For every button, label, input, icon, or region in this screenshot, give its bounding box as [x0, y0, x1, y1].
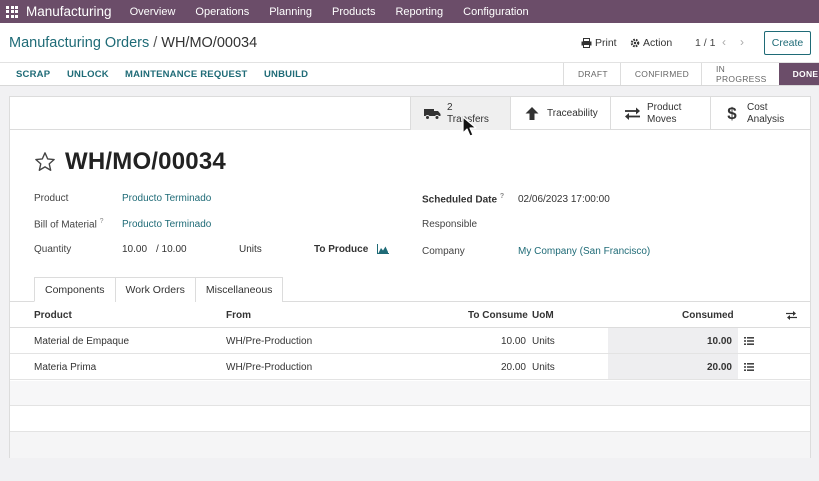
table-row[interactable]: Materia Prima WH/Pre-Production 20.00 Un…: [10, 354, 810, 380]
table-row[interactable]: Material de Empaque WH/Pre-Production 10…: [10, 328, 810, 354]
cost-analysis-button[interactable]: $ Cost Analysis: [710, 97, 810, 130]
col-uom[interactable]: UoM: [532, 310, 554, 321]
row-uom: Units: [532, 362, 555, 373]
arrow-up-icon: [523, 107, 541, 120]
traceability-button[interactable]: Traceability: [510, 97, 610, 130]
breadcrumb-current: WH/MO/00034: [161, 35, 258, 51]
table-header: Product From To Consume UoM Consumed: [10, 302, 810, 328]
nav-operations[interactable]: Operations: [195, 6, 249, 18]
print-button[interactable]: Print: [581, 37, 617, 49]
tab-work-orders[interactable]: Work Orders: [114, 277, 196, 302]
nav-configuration[interactable]: Configuration: [463, 6, 528, 18]
action-label: Action: [643, 37, 673, 49]
responsible-label: Responsible: [422, 219, 478, 230]
row-uom: Units: [532, 336, 555, 347]
exchange-icon: [623, 107, 641, 120]
unbuild-button[interactable]: UNBUILD: [264, 69, 308, 80]
quantity-uom: Units: [239, 244, 262, 255]
pager-next-icon[interactable]: ›: [740, 35, 744, 49]
dollar-icon: $: [727, 103, 737, 123]
stage-draft[interactable]: DRAFT: [563, 63, 620, 85]
row-product: Material de Empaque: [34, 336, 130, 347]
col-to-consume[interactable]: To Consume: [468, 310, 528, 321]
bom-help-icon: ?: [99, 218, 104, 225]
col-consumed[interactable]: Consumed: [682, 310, 734, 321]
create-button[interactable]: Create: [764, 31, 811, 55]
quantity-total: / 10.00: [156, 244, 187, 255]
title-row: WH/MO/00034: [34, 148, 226, 176]
cost-analysis-line2: Analysis: [747, 113, 785, 125]
stage-done[interactable]: DONE: [778, 63, 819, 85]
pager-value[interactable]: 1 / 1: [695, 37, 715, 49]
row-consumed[interactable]: 20.00: [670, 362, 732, 373]
company-label: Company: [422, 246, 465, 257]
chatter-band: [10, 431, 810, 458]
form-sheet: 2 Transfers Traceability Product Moves $ C…: [9, 96, 811, 458]
print-icon: [581, 38, 592, 48]
status-bar: SCRAP UNLOCK MAINTENANCE REQUEST UNBUILD…: [0, 63, 819, 86]
breadcrumb-separator: /: [153, 35, 158, 51]
product-moves-button[interactable]: Product Moves: [610, 97, 710, 130]
scheduled-help-icon: ?: [499, 193, 505, 200]
stage-in-progress[interactable]: IN PROGRESS: [701, 63, 779, 85]
traceability-label: Traceability: [547, 107, 598, 119]
cost-analysis-line1: Cost: [747, 101, 768, 113]
bom-label: Bill of Material ?: [34, 218, 104, 231]
row-from: WH/Pre-Production: [226, 336, 313, 347]
product-label: Product: [34, 193, 69, 204]
company-value[interactable]: My Company (San Francisco): [518, 246, 650, 257]
maintenance-request-button[interactable]: MAINTENANCE REQUEST: [125, 69, 248, 80]
product-moves-line1: Product: [647, 101, 682, 113]
breadcrumb: Manufacturing Orders / WH/MO/00034: [9, 35, 257, 51]
scrap-button[interactable]: SCRAP: [16, 69, 50, 80]
nav-overview[interactable]: Overview: [130, 6, 176, 18]
transfers-button[interactable]: 2 Transfers: [410, 97, 510, 130]
gear-icon: [630, 38, 640, 48]
control-panel: Manufacturing Orders / WH/MO/00034 Print A…: [0, 23, 819, 63]
notebook-tabs: Components Work Orders Miscellaneous: [34, 277, 284, 302]
row-to-consume: 10.00: [500, 336, 526, 347]
row-product: Materia Prima: [34, 362, 97, 373]
stage-confirmed[interactable]: CONFIRMED: [619, 63, 701, 85]
nav-reporting[interactable]: Reporting: [395, 6, 443, 18]
nav-planning[interactable]: Planning: [269, 6, 312, 18]
to-produce-label: To Produce: [314, 244, 369, 255]
row-from: WH/Pre-Production: [226, 362, 313, 373]
pager-prev-icon[interactable]: ‹: [722, 35, 726, 49]
star-icon[interactable]: [34, 151, 56, 173]
col-from[interactable]: From: [226, 310, 251, 321]
quantity-label: Quantity: [34, 244, 72, 255]
smart-buttons-row: 2 Transfers Traceability Product Moves $ C…: [10, 97, 810, 130]
product-moves-line2: Moves: [647, 113, 677, 125]
row-consumed[interactable]: 10.00: [670, 336, 732, 347]
top-navbar: Manufacturing Overview Operations Planni…: [0, 0, 819, 23]
truck-icon: [423, 108, 441, 120]
app-name[interactable]: Manufacturing: [26, 4, 112, 19]
tab-miscellaneous[interactable]: Miscellaneous: [194, 277, 284, 302]
product-value[interactable]: Producto Terminado: [122, 193, 211, 204]
unlock-button[interactable]: UNLOCK: [67, 69, 109, 80]
scheduled-date-value: 02/06/2023 17:00:00: [518, 194, 610, 205]
mouse-cursor-icon: [462, 116, 477, 137]
detail-list-icon[interactable]: [744, 363, 754, 371]
optional-columns-icon[interactable]: [786, 311, 797, 320]
quantity-value: 10.00: [122, 244, 148, 255]
detail-list-icon[interactable]: [744, 337, 754, 345]
transfers-count: 2: [447, 101, 453, 113]
forecast-chart-icon[interactable]: [377, 244, 389, 254]
scheduled-date-label: Scheduled Date ?: [422, 193, 505, 206]
tab-components[interactable]: Components: [34, 277, 116, 302]
print-label: Print: [595, 37, 617, 49]
record-title: WH/MO/00034: [65, 148, 226, 175]
nav-products[interactable]: Products: [332, 6, 375, 18]
row-to-consume: 20.00: [500, 362, 526, 373]
table-empty-row: [10, 381, 810, 406]
action-button[interactable]: Action: [630, 37, 672, 49]
breadcrumb-parent[interactable]: Manufacturing Orders: [9, 35, 149, 51]
stage-pipeline: DRAFT CONFIRMED IN PROGRESS DONE: [563, 63, 819, 85]
apps-grid-icon[interactable]: [6, 5, 18, 18]
col-product[interactable]: Product: [34, 310, 72, 321]
bom-value[interactable]: Producto Terminado: [122, 219, 211, 230]
